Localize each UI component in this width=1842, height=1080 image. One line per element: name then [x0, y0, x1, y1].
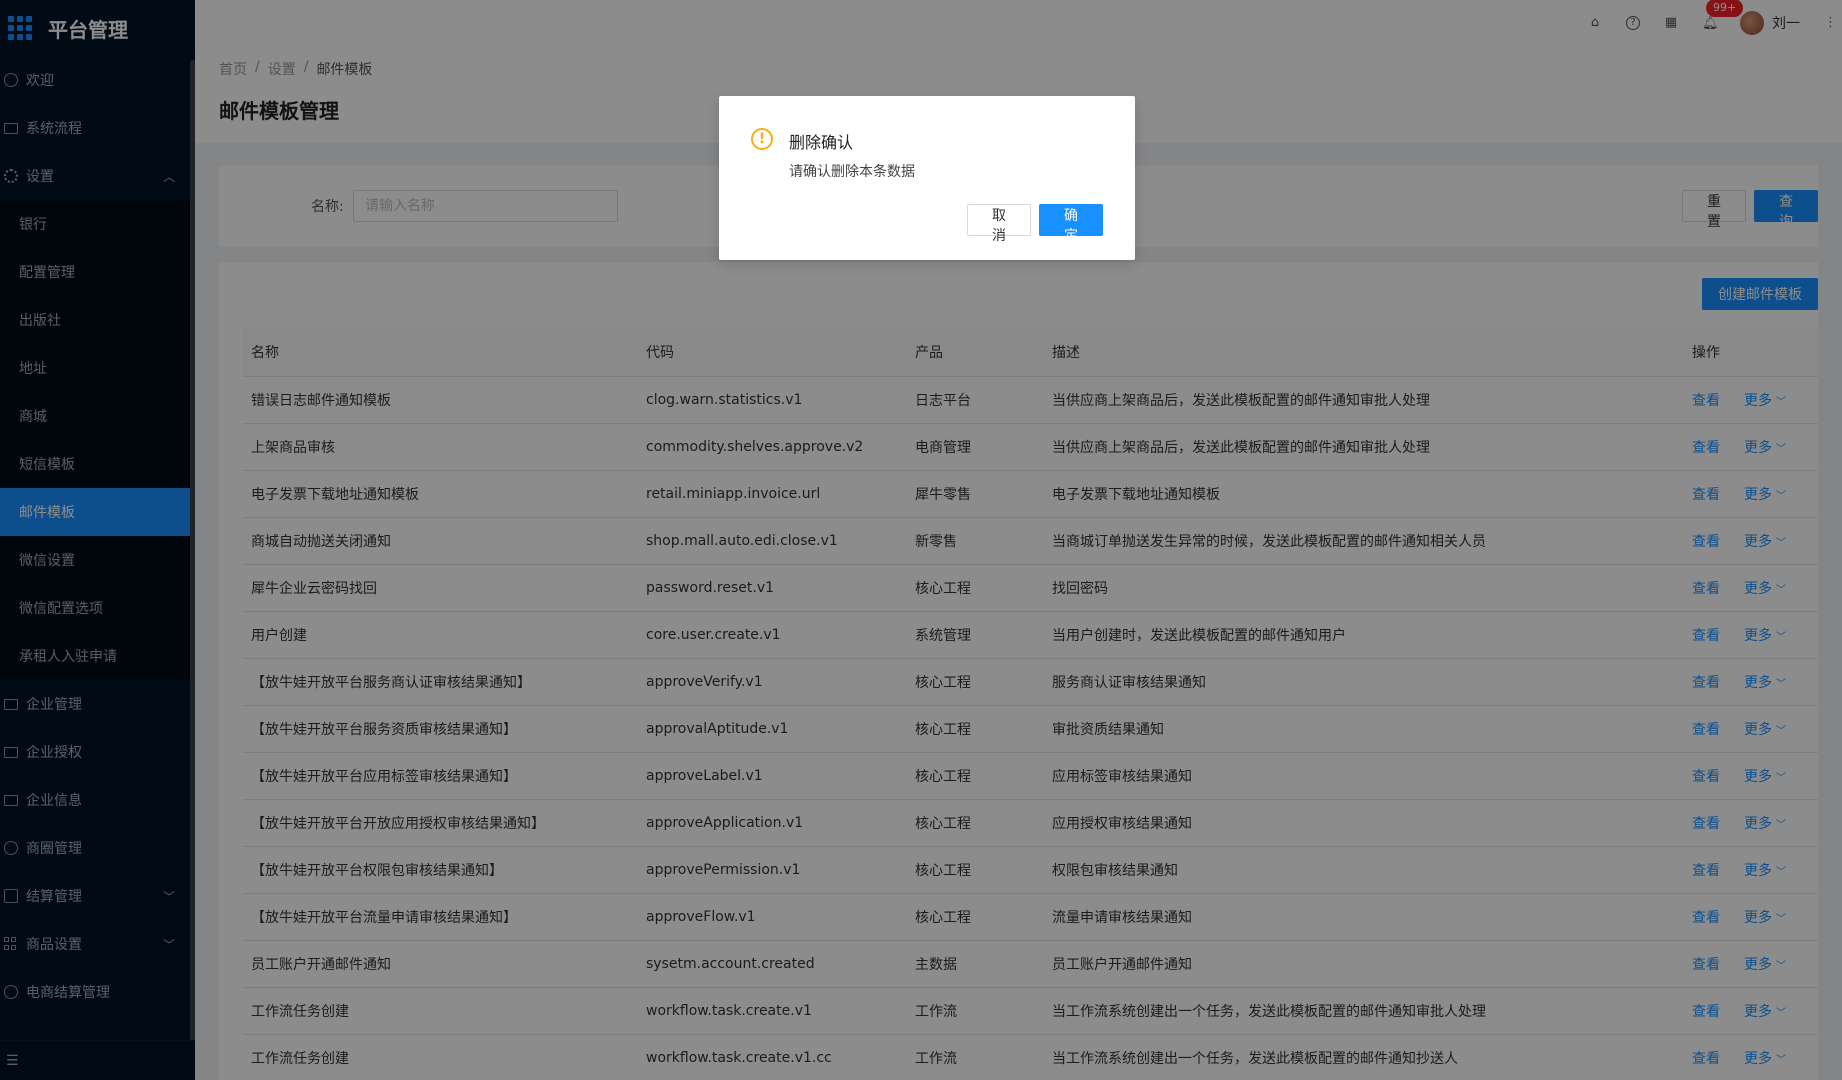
modal-content: 请确认删除本条数据 [789, 164, 915, 180]
confirm-button[interactable]: 确 定 [1039, 204, 1103, 244]
cancel-button[interactable]: 取 消 [967, 204, 1031, 244]
exclamation-circle-icon: ! [751, 128, 773, 150]
delete-confirm-modal: ! 删除确认 请确认删除本条数据 取 消 确 定 [719, 96, 1135, 260]
modal-title: 删除确认 [789, 133, 854, 152]
